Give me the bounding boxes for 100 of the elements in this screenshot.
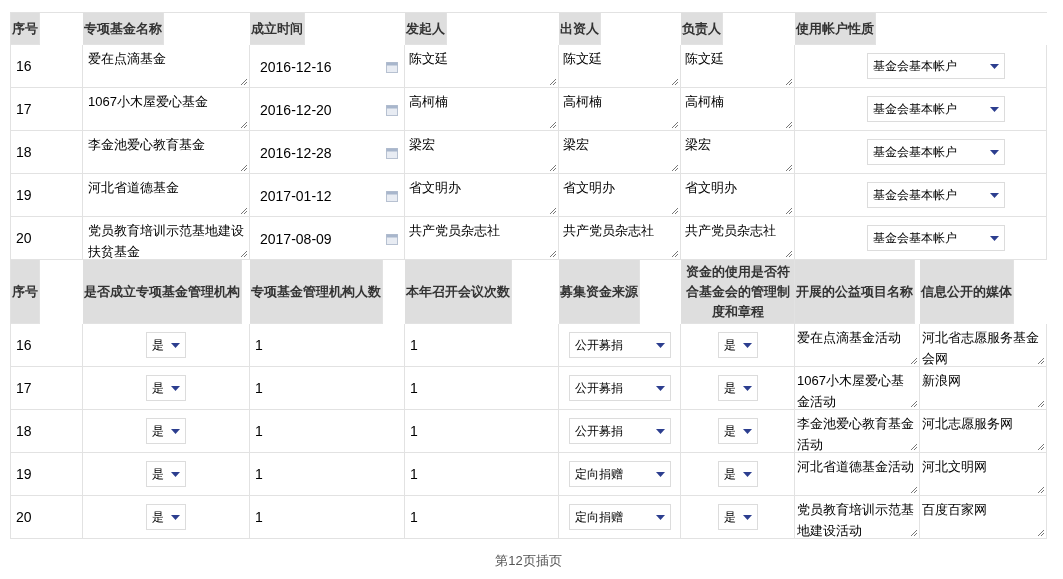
table-cell-text: 16 <box>16 56 32 76</box>
dropdown[interactable]: 是 <box>717 504 758 530</box>
dropdown[interactable]: 是 <box>146 504 186 530</box>
dropdown[interactable]: 是 <box>146 332 186 358</box>
caret-icon <box>171 342 180 348</box>
caret-icon <box>171 385 180 391</box>
caret-icon <box>742 385 752 391</box>
resize-grip-icon <box>785 121 793 129</box>
dropdown[interactable]: 是 <box>146 375 186 401</box>
column-header: 序号 <box>11 13 40 45</box>
resize-grip-icon <box>910 529 918 537</box>
table-cell-text: 1 <box>410 421 418 441</box>
date-field[interactable]: 2017-01-12 <box>260 185 398 207</box>
caret-icon <box>742 342 752 348</box>
date-field[interactable]: 2016-12-20 <box>260 99 398 121</box>
dropdown[interactable]: 定向捐赠 <box>568 504 671 530</box>
caret-icon <box>655 471 665 477</box>
dropdown[interactable]: 公开募捐 <box>568 332 671 358</box>
text-field[interactable]: 党员教育培训示范基地建设扶贫基金 <box>88 220 245 259</box>
dropdown[interactable]: 是 <box>146 461 186 487</box>
resize-grip-icon <box>1037 443 1045 451</box>
table-cell-text: 19 <box>16 185 32 205</box>
table-cell-text: 17 <box>16 99 32 119</box>
caret-icon <box>742 514 752 520</box>
dropdown[interactable]: 是 <box>717 332 758 358</box>
text-field[interactable]: 共产党员杂志社 <box>685 220 790 259</box>
text-field[interactable]: 河北省志愿服务基金会网 <box>922 327 1042 366</box>
caret-icon <box>989 192 999 198</box>
text-field[interactable]: 陈文廷 <box>409 48 554 87</box>
calendar-icon <box>386 233 398 245</box>
text-field[interactable]: 省文明办 <box>685 177 790 216</box>
text-field[interactable]: 1067小木屋爱心基金活动 <box>797 370 915 409</box>
text-field[interactable]: 陈文廷 <box>685 48 790 87</box>
dropdown[interactable]: 是 <box>146 418 186 444</box>
date-field[interactable]: 2016-12-28 <box>260 142 398 164</box>
dropdown[interactable]: 是 <box>717 375 758 401</box>
resize-grip-icon <box>1037 529 1045 537</box>
table-cell-text: 1 <box>255 507 263 527</box>
table-cell-text: 1 <box>410 464 418 484</box>
resize-grip-icon <box>671 78 679 86</box>
dropdown[interactable]: 基金会基本帐户 <box>866 53 1005 79</box>
dropdown[interactable]: 基金会基本帐户 <box>866 139 1005 165</box>
date-field[interactable]: 2016-12-16 <box>260 56 398 78</box>
resize-grip-icon <box>785 78 793 86</box>
dropdown[interactable]: 基金会基本帐户 <box>866 96 1005 122</box>
text-field[interactable]: 河北省道德基金 <box>88 177 245 216</box>
resize-grip-icon <box>240 250 248 258</box>
column-header: 出资人 <box>559 13 601 45</box>
text-field[interactable]: 高柯楠 <box>563 91 676 130</box>
text-field[interactable]: 高柯楠 <box>409 91 554 130</box>
text-field[interactable]: 1067小木屋爱心基金 <box>88 91 245 130</box>
column-header: 信息公开的媒体 <box>920 260 1014 324</box>
caret-icon <box>742 428 752 434</box>
text-field[interactable]: 百度百家网 <box>922 499 1042 538</box>
text-field[interactable]: 河北省道德基金活动 <box>797 456 915 495</box>
table-cell-text: 1 <box>410 335 418 355</box>
column-header: 使用帐户性质 <box>795 13 876 45</box>
resize-grip-icon <box>240 78 248 86</box>
text-field[interactable]: 高柯楠 <box>685 91 790 130</box>
text-field[interactable]: 新浪网 <box>922 370 1042 409</box>
resize-grip-icon <box>1037 486 1045 494</box>
resize-grip-icon <box>549 207 557 215</box>
text-field[interactable]: 省文明办 <box>409 177 554 216</box>
column-header: 发起人 <box>405 13 447 45</box>
dropdown[interactable]: 基金会基本帐户 <box>866 225 1005 251</box>
column-header: 开展的公益项目名称 <box>795 260 915 324</box>
text-field[interactable]: 省文明办 <box>563 177 676 216</box>
resize-grip-icon <box>785 164 793 172</box>
caret-icon <box>655 428 665 434</box>
text-field[interactable]: 陈文廷 <box>563 48 676 87</box>
resize-grip-icon <box>910 486 918 494</box>
text-field[interactable]: 河北文明网 <box>922 456 1042 495</box>
text-field[interactable]: 李金池爱心教育基金活动 <box>797 413 915 452</box>
text-field[interactable]: 爱在点滴基金活动 <box>797 327 915 366</box>
column-header: 资金的使用是否符合基金会的管理制度和章程 <box>681 260 795 324</box>
dropdown[interactable]: 是 <box>717 461 758 487</box>
text-field[interactable]: 李金池爱心教育基金 <box>88 134 245 173</box>
date-field[interactable]: 2017-08-09 <box>260 228 398 250</box>
caret-icon <box>171 514 180 520</box>
text-field[interactable]: 河北志愿服务网 <box>922 413 1042 452</box>
column-header: 募集资金来源 <box>559 260 640 324</box>
dropdown[interactable]: 基金会基本帐户 <box>866 182 1005 208</box>
text-field[interactable]: 梁宏 <box>685 134 790 173</box>
caret-icon <box>655 385 665 391</box>
dropdown[interactable]: 公开募捐 <box>568 375 671 401</box>
text-field[interactable]: 党员教育培训示范基地建设活动 <box>797 499 915 538</box>
caret-icon <box>171 471 180 477</box>
resize-grip-icon <box>549 250 557 258</box>
column-header: 序号 <box>11 260 40 324</box>
text-field[interactable]: 共产党员杂志社 <box>409 220 554 259</box>
dropdown[interactable]: 定向捐赠 <box>568 461 671 487</box>
dropdown[interactable]: 是 <box>717 418 758 444</box>
dropdown[interactable]: 公开募捐 <box>568 418 671 444</box>
text-field[interactable]: 梁宏 <box>563 134 676 173</box>
column-header: 专项基金管理机构人数 <box>250 260 383 324</box>
text-field[interactable]: 爱在点滴基金 <box>88 48 245 87</box>
column-header: 本年召开会议次数 <box>405 260 512 324</box>
column-header: 成立时间 <box>250 13 305 45</box>
text-field[interactable]: 梁宏 <box>409 134 554 173</box>
text-field[interactable]: 共产党员杂志社 <box>563 220 676 259</box>
